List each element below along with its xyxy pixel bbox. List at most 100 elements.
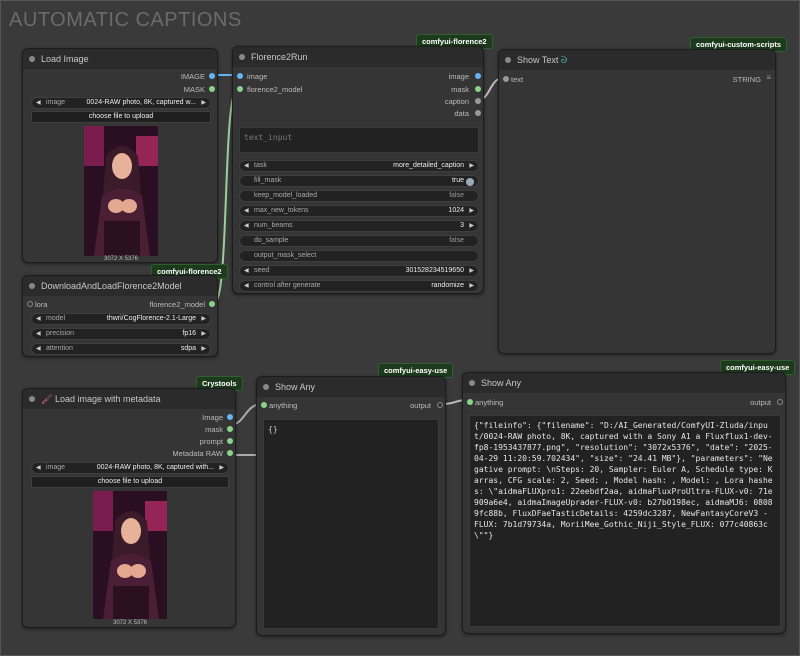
node-load-image-metadata[interactable]: 🖌 Load image with metadata Image mask pr… — [22, 388, 236, 628]
arrow-right-icon[interactable]: ▶ — [201, 98, 206, 108]
node-title[interactable]: DownloadAndLoadFlorence2Model — [23, 276, 217, 296]
show-any-text[interactable]: {} — [263, 419, 439, 629]
max-new-tokens-number[interactable]: ◀ max_new_tokens 1024 ▶ — [239, 205, 479, 217]
show-any-text[interactable]: {"fileinfo": {"filename": "D:/AI_Generat… — [469, 415, 781, 627]
output-florence2-model-pin[interactable] — [209, 301, 215, 307]
output-mask-pin[interactable] — [209, 86, 215, 92]
node-load-image[interactable]: Load Image IMAGE MASK ◀ image 0024-RAW p… — [22, 48, 218, 263]
fill-mask-toggle[interactable]: fill_mask true — [239, 175, 479, 187]
node-show-any-2[interactable]: Show Any anything output {"fileinfo": {"… — [462, 372, 786, 634]
output-mask-label: MASK — [183, 85, 205, 94]
widget-value: fp16 — [182, 330, 196, 337]
collapse-dot-icon[interactable] — [29, 283, 35, 289]
arrow-left-icon[interactable]: ◀ — [36, 329, 41, 339]
node-title-text: Show Text — [517, 55, 559, 65]
arrow-left-icon[interactable]: ◀ — [244, 206, 249, 216]
node-show-any-1[interactable]: Show Any anything output {} — [256, 376, 446, 636]
arrow-right-icon[interactable]: ▶ — [469, 206, 474, 216]
node-title[interactable]: Load Image — [23, 49, 217, 69]
arrow-left-icon[interactable]: ◀ — [244, 161, 249, 171]
output-prompt-pin[interactable] — [227, 438, 233, 444]
node-title[interactable]: Show Text ᘐ — [499, 50, 775, 70]
input-anything-pin[interactable] — [467, 399, 473, 405]
collapse-dot-icon[interactable] — [505, 57, 511, 63]
keep-model-loaded-toggle[interactable]: keep_model_loaded false — [239, 190, 479, 202]
arrow-right-icon[interactable]: ▶ — [469, 281, 474, 291]
num-beams-number[interactable]: ◀ num_beams 3 ▶ — [239, 220, 479, 232]
attention-select[interactable]: ◀ attention sdpa ▶ — [31, 343, 211, 355]
node-title[interactable]: Florence2Run — [233, 47, 483, 67]
collapse-dot-icon[interactable] — [469, 380, 475, 386]
group-title: AUTOMATIC CAPTIONS — [9, 9, 242, 31]
output-metadata-raw-pin[interactable] — [227, 450, 233, 456]
output-mask-pin[interactable] — [227, 426, 233, 432]
output-mask-pin[interactable] — [475, 86, 481, 92]
arrow-left-icon[interactable]: ◀ — [36, 314, 41, 324]
output-string-label: STRING — [732, 75, 761, 84]
widget-value: more_detailed_caption — [393, 162, 464, 169]
choose-file-button[interactable]: choose file to upload — [31, 111, 211, 123]
output-image-pin[interactable] — [227, 414, 233, 420]
image-select[interactable]: ◀ image 0024-RAW photo, 8K, captured wit… — [31, 462, 229, 474]
image-select[interactable]: ◀ image 0024-RAW photo, 8K, captured w..… — [31, 97, 211, 109]
input-anything-pin[interactable] — [261, 402, 267, 408]
widget-value: 1024 — [448, 207, 464, 214]
portrait-image — [84, 126, 158, 256]
arrow-right-icon[interactable]: ▶ — [469, 161, 474, 171]
output-mask-label: mask — [451, 85, 469, 94]
node-title-text: Show Any — [275, 382, 316, 392]
output-data-pin[interactable] — [475, 110, 481, 116]
output-label: output — [410, 401, 431, 410]
output-caption-label: caption — [444, 97, 469, 106]
arrow-left-icon[interactable]: ◀ — [244, 266, 249, 276]
model-select[interactable]: ◀ model thwri/CogFlorence-2.1-Large ▶ — [31, 313, 211, 325]
node-title[interactable]: Show Any — [463, 373, 785, 393]
node-florence2run[interactable]: Florence2Run image florence2_model image… — [232, 46, 484, 294]
input-anything-label: anything — [269, 401, 298, 410]
arrow-right-icon[interactable]: ▶ — [219, 463, 224, 473]
seed-number[interactable]: ◀ seed 301528234519650 ▶ — [239, 265, 479, 277]
precision-select[interactable]: ◀ precision fp16 ▶ — [31, 328, 211, 340]
output-pin[interactable] — [437, 402, 443, 408]
arrow-left-icon[interactable]: ◀ — [36, 98, 41, 108]
node-show-text[interactable]: Show Text ᘐ text STRING ≡ — [498, 49, 776, 354]
input-florence2-model-pin[interactable] — [237, 86, 243, 92]
node-title[interactable]: 🖌 Load image with metadata — [23, 389, 235, 409]
arrow-right-icon[interactable]: ▶ — [201, 329, 206, 339]
arrow-left-icon[interactable]: ◀ — [36, 463, 41, 473]
output-image-label: Image — [202, 413, 223, 422]
arrow-right-icon[interactable]: ▶ — [201, 314, 206, 324]
toggle-on-icon[interactable] — [466, 178, 474, 186]
input-text-label: text — [511, 75, 524, 84]
collapse-dot-icon[interactable] — [239, 54, 245, 60]
input-image-pin[interactable] — [237, 73, 243, 79]
widget-label: max_new_tokens — [254, 207, 309, 214]
control-after-generate-select[interactable]: ◀ control after generate randomize ▶ — [239, 280, 479, 292]
arrow-left-icon[interactable]: ◀ — [244, 281, 249, 291]
node-title-text: DownloadAndLoadFlorence2Model — [41, 281, 182, 291]
node-download-florence[interactable]: DownloadAndLoadFlorence2Model lora flore… — [22, 275, 218, 357]
input-lora-pin[interactable] — [27, 301, 33, 307]
node-title[interactable]: Show Any — [257, 377, 445, 397]
output-caption-pin[interactable] — [475, 98, 481, 104]
collapse-dot-icon[interactable] — [29, 56, 35, 62]
text-input-area[interactable]: text_input — [239, 127, 479, 153]
arrow-left-icon[interactable]: ◀ — [36, 344, 41, 354]
collapse-dot-icon[interactable] — [29, 396, 35, 402]
image-preview — [93, 491, 167, 619]
output-mask-select-field[interactable]: output_mask_select — [239, 250, 479, 262]
choose-file-button[interactable]: choose file to upload — [31, 476, 229, 488]
node-title-text: Show Any — [481, 378, 522, 388]
arrow-left-icon[interactable]: ◀ — [244, 221, 249, 231]
output-pin[interactable] — [777, 399, 783, 405]
arrow-right-icon[interactable]: ▶ — [469, 266, 474, 276]
task-select[interactable]: ◀ task more_detailed_caption ▶ — [239, 160, 479, 172]
arrow-right-icon[interactable]: ▶ — [469, 221, 474, 231]
output-image-pin[interactable] — [209, 73, 215, 79]
arrow-right-icon[interactable]: ▶ — [201, 344, 206, 354]
input-text-pin[interactable] — [503, 76, 509, 82]
output-data-label: data — [454, 109, 469, 118]
collapse-dot-icon[interactable] — [263, 384, 269, 390]
do-sample-toggle[interactable]: do_sample false — [239, 235, 479, 247]
output-image-pin[interactable] — [475, 73, 481, 79]
